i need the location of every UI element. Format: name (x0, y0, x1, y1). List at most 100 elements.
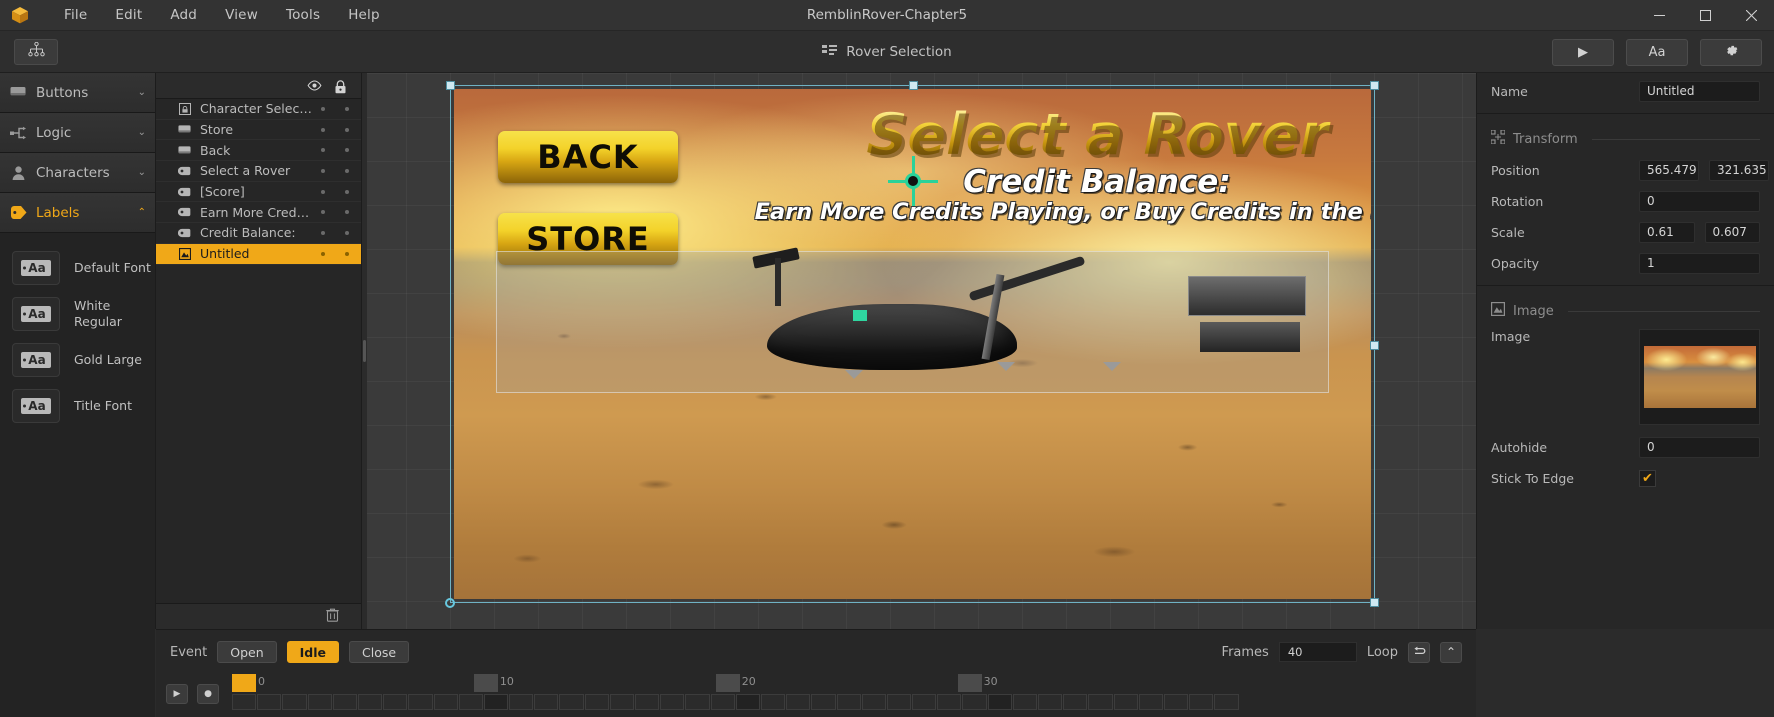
timeline-tick[interactable] (256, 674, 280, 692)
timeline-tick[interactable] (426, 674, 450, 692)
lock-dot[interactable] (345, 230, 349, 235)
timeline-tick[interactable]: 30 (957, 674, 998, 692)
timeline-tick[interactable] (643, 674, 667, 692)
timeline-tick[interactable] (885, 674, 909, 692)
timeline-cell[interactable] (509, 694, 534, 710)
sidebar-item-characters[interactable]: Characters ⌄ (0, 153, 155, 193)
visibility-dot[interactable] (321, 230, 325, 235)
font-settings-button[interactable]: Aa (1626, 38, 1688, 66)
minimize-button[interactable] (1636, 0, 1682, 31)
timeline-cell[interactable] (332, 694, 357, 710)
visibility-dot[interactable] (321, 210, 325, 215)
table-row[interactable]: Credit Balance: (156, 223, 361, 244)
menu-item-edit[interactable]: Edit (101, 3, 156, 27)
stick-to-edge-checkbox[interactable]: ✔ (1639, 469, 1656, 487)
timeline-cell[interactable] (635, 694, 660, 710)
timeline-cell[interactable] (987, 694, 1012, 710)
visibility-dot[interactable] (321, 189, 325, 194)
timeline-cell[interactable] (735, 694, 760, 710)
frames-input[interactable]: 40 (1278, 642, 1357, 662)
timeline-tick[interactable] (933, 674, 957, 692)
sidebar-item-buttons[interactable]: Buttons ⌄ (0, 73, 155, 113)
table-row[interactable]: Store (156, 120, 361, 141)
timeline-cell[interactable] (282, 694, 307, 710)
timeline-tick[interactable] (546, 674, 570, 692)
timeline-cell[interactable] (383, 694, 408, 710)
list-item[interactable]: Aa Default Font (0, 245, 155, 291)
lock-dot[interactable] (345, 148, 349, 153)
timeline-cell[interactable] (559, 694, 584, 710)
timeline-tick[interactable] (861, 674, 885, 692)
timeline-cell[interactable] (1088, 694, 1113, 710)
close-button[interactable] (1728, 0, 1774, 31)
timeline-tick[interactable] (571, 674, 595, 692)
lock-dot[interactable] (345, 168, 349, 173)
resize-handle-bottom-right[interactable] (1370, 598, 1379, 607)
timeline-cell[interactable] (811, 694, 836, 710)
timeline-cell[interactable] (836, 694, 861, 710)
visibility-dot[interactable] (321, 168, 325, 173)
resize-handle-top-center[interactable] (909, 81, 918, 90)
timeline-cell[interactable] (962, 694, 987, 710)
timeline-tick[interactable]: 20 (715, 674, 756, 692)
timeline-tick[interactable] (280, 674, 304, 692)
timeline-tick[interactable] (764, 674, 788, 692)
rotation-input[interactable]: 0 (1639, 190, 1760, 212)
timeline-keyframe-cells[interactable] (232, 694, 1476, 710)
timeline-tick[interactable] (740, 674, 764, 692)
timeline-tick[interactable]: 0 (232, 674, 265, 692)
timeline-cell[interactable] (433, 694, 458, 710)
timeline-cell[interactable] (257, 694, 282, 710)
timeline-cell[interactable] (232, 694, 257, 710)
timeline-cell[interactable] (937, 694, 962, 710)
timeline-cell[interactable] (1012, 694, 1037, 710)
table-row[interactable]: Earn More Credits Playi… (156, 202, 361, 224)
menu-item-help[interactable]: Help (334, 3, 394, 27)
autohide-input[interactable]: 0 (1639, 436, 1760, 458)
menu-item-view[interactable]: View (211, 3, 272, 27)
lock-dot[interactable] (345, 127, 349, 132)
timeline-ruler-ticks[interactable]: 0 10 20 30 (232, 674, 1476, 692)
timeline-record-button[interactable]: ● (197, 684, 219, 704)
lock-dot[interactable] (345, 106, 349, 111)
timeline-cell[interactable] (1214, 694, 1239, 710)
timeline-tick[interactable] (498, 674, 522, 692)
timeline-play-button[interactable]: ▶ (166, 684, 188, 704)
sidebar-item-logic[interactable]: Logic ⌄ (0, 113, 155, 153)
timeline-cell[interactable] (1138, 694, 1163, 710)
timeline-tick[interactable] (619, 674, 643, 692)
event-tab-idle[interactable]: Idle (286, 641, 340, 663)
timeline-tick[interactable] (1103, 674, 1127, 692)
timeline-cell[interactable] (458, 694, 483, 710)
scale-y-input[interactable]: 0.607 (1704, 221, 1760, 243)
timeline-tick[interactable] (788, 674, 812, 692)
timeline-tick[interactable] (1030, 674, 1054, 692)
resize-handle-top-right[interactable] (1370, 81, 1379, 90)
timeline-cell[interactable] (1163, 694, 1189, 710)
table-row-selected[interactable]: Untitled (156, 243, 361, 265)
list-item[interactable]: Aa Title Font (0, 383, 155, 429)
position-x-input[interactable]: 565.479 (1639, 159, 1699, 181)
timeline-cell[interactable] (886, 694, 912, 710)
timeline-cell[interactable] (660, 694, 685, 710)
timeline-tick[interactable] (837, 674, 861, 692)
visibility-dot[interactable] (321, 127, 325, 132)
visibility-dot[interactable] (321, 148, 325, 153)
timeline-cell[interactable] (609, 694, 634, 710)
timeline-cell[interactable] (584, 694, 609, 710)
visibility-dot[interactable] (321, 251, 325, 256)
timeline-cell[interactable] (408, 694, 433, 710)
position-y-input[interactable]: 321.635 (1709, 159, 1769, 181)
timeline-cell[interactable] (786, 694, 811, 710)
timeline-tick[interactable] (377, 674, 401, 692)
timeline-cell[interactable] (357, 694, 383, 710)
timeline-tick[interactable] (305, 674, 329, 692)
scale-x-input[interactable]: 0.61 (1639, 221, 1695, 243)
settings-gear-button[interactable] (1700, 38, 1762, 66)
rotate-handle[interactable] (445, 598, 455, 608)
timeline-tick[interactable] (353, 674, 377, 692)
resize-handle-top-left[interactable] (446, 81, 455, 90)
timeline-tick[interactable] (1151, 674, 1175, 692)
timeline-tick[interactable] (1175, 674, 1199, 692)
timeline-cell[interactable] (534, 694, 559, 710)
